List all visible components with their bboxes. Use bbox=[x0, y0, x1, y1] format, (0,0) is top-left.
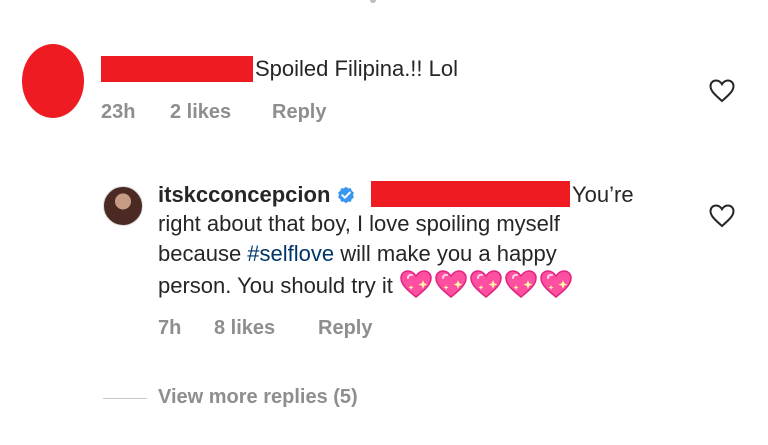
reply-text-line3-prefix: because bbox=[158, 241, 248, 266]
sparkling-heart-emoji bbox=[435, 270, 467, 298]
reply-time: 7h bbox=[158, 317, 182, 339]
reply-reply-button[interactable]: Reply bbox=[318, 317, 372, 340]
reply-button[interactable]: Reply bbox=[272, 101, 326, 124]
comment-likes[interactable]: 2 likes bbox=[170, 101, 231, 124]
reply-text-start: You’re bbox=[572, 182, 634, 207]
top-partial-icon bbox=[370, 0, 376, 3]
sparkling-heart-emoji bbox=[505, 270, 537, 298]
reply-likes[interactable]: 8 likes bbox=[214, 317, 275, 340]
sparkling-hearts-emoji-group bbox=[399, 270, 574, 298]
sparkling-heart-emoji bbox=[540, 270, 572, 298]
replies-divider bbox=[103, 398, 147, 399]
verified-badge-icon bbox=[337, 186, 354, 204]
view-more-replies-button[interactable]: View more replies (5) bbox=[158, 386, 358, 409]
user-avatar[interactable] bbox=[103, 186, 143, 226]
reply-text-line4: person. You should try it bbox=[158, 269, 574, 301]
reply-text-line4-text: person. You should try it bbox=[158, 273, 393, 298]
sparkling-heart-emoji bbox=[400, 270, 432, 298]
reply-text-line3: because #selflove will make you a happy bbox=[158, 239, 557, 269]
hashtag-link[interactable]: #selflove bbox=[247, 241, 334, 266]
comment-text: Spoiled Filipina.!! Lol bbox=[255, 56, 459, 81]
reply-like-heart-icon[interactable] bbox=[709, 204, 735, 228]
redacted-avatar[interactable] bbox=[22, 44, 84, 118]
reply-username[interactable]: itskcconcepcion bbox=[158, 182, 330, 207]
redacted-mention[interactable] bbox=[371, 181, 570, 207]
redacted-username[interactable] bbox=[101, 56, 253, 82]
reply-first-line: itskcconcepcion bbox=[158, 180, 355, 210]
comment-time: 23h bbox=[101, 101, 136, 123]
reply-text-line3-suffix: will make you a happy bbox=[334, 241, 557, 266]
reply-text-line2: right about that boy, I love spoiling my… bbox=[158, 211, 560, 236]
sparkling-heart-emoji bbox=[470, 270, 502, 298]
like-heart-icon[interactable] bbox=[709, 79, 735, 103]
